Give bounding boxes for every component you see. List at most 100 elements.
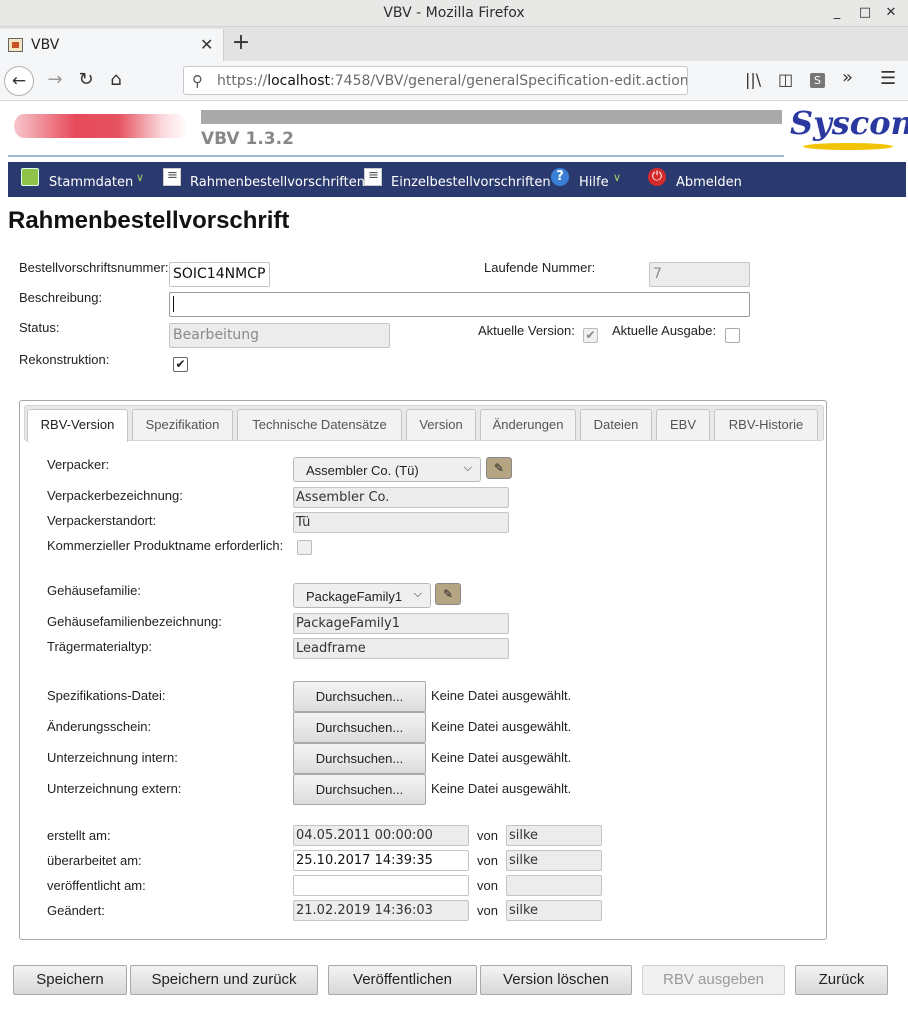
syscon-logo: Syscon: [790, 104, 908, 142]
gehaeusefamilie-label: Gehäusefamilie:: [47, 583, 141, 598]
menu-rahmen-label: Rahmenbestellvorschriften: [190, 175, 365, 190]
edit-verpacker-button[interactable]: ✎: [486, 457, 512, 479]
geaendert-label: Geändert:: [47, 903, 105, 918]
veroeffentlicht-am-input[interactable]: [293, 875, 469, 896]
url-bar[interactable]: ⚲ https://localhost:7458/VBV/general/gen…: [183, 66, 688, 95]
geaendert-von-input: silke: [506, 900, 602, 921]
sidebar-icon[interactable]: ◫: [778, 70, 793, 89]
app-logo: [14, 114, 188, 138]
beschreibung-label: Beschreibung:: [19, 290, 103, 305]
page-title: Rahmenbestellvorschrift: [8, 207, 290, 234]
tab-rbv-version[interactable]: RBV-Version: [27, 409, 128, 442]
document-icon: [163, 168, 181, 186]
speichern-zurueck-button[interactable]: Speichern und zurück: [130, 965, 318, 995]
chevron-down-icon: ⌵: [463, 462, 472, 474]
spezifikations-datei-label: Spezifikations-Datei:: [47, 688, 166, 703]
aktuelle-ausgabe-label: Aktuelle Ausgabe:: [612, 323, 717, 338]
verpackerbezeichnung-label: Verpackerbezeichnung:: [47, 488, 183, 503]
menu-stammdaten[interactable]: Stammdaten ∨: [20, 162, 145, 197]
chevron-down-icon: ∨: [136, 171, 145, 184]
tab-dateien[interactable]: Dateien: [580, 409, 652, 440]
verpacker-label: Verpacker:: [47, 457, 110, 472]
veroeffentlicht-von-input: [506, 875, 602, 896]
edit-gehaeusefamilie-button[interactable]: ✎: [435, 583, 461, 605]
tab-spezifikation[interactable]: Spezifikation: [132, 409, 233, 440]
menu-einzel[interactable]: Einzelbestellvorschriften: [363, 162, 551, 197]
kommerziell-label: Kommerzieller Produktname erforderlich:: [47, 538, 284, 553]
speichern-button[interactable]: Speichern: [13, 965, 127, 995]
close-window-button[interactable]: ✕: [882, 3, 900, 23]
tab-version[interactable]: Version: [406, 409, 476, 440]
extension-icon[interactable]: S: [810, 73, 825, 88]
app-version: VBV 1.3.2: [201, 129, 294, 149]
zurueck-button[interactable]: Zurück: [795, 965, 888, 995]
close-tab-icon[interactable]: ✕: [200, 35, 213, 54]
browser-navbar: ← → ↻ ⌂ ⚲ https://localhost:7458/VBV/gen…: [0, 61, 908, 101]
von-label: von: [477, 853, 498, 868]
aktuelle-ausgabe-checkbox[interactable]: [725, 328, 740, 343]
unterzeichnung-extern-label: Unterzeichnung extern:: [47, 781, 182, 796]
maximize-button[interactable]: □: [856, 3, 874, 23]
tab-ebv[interactable]: EBV: [656, 409, 710, 440]
veroeffentlicht-am-label: veröffentlicht am:: [47, 878, 146, 893]
browser-tab-label: VBV: [31, 37, 60, 53]
reload-button[interactable]: ↻: [71, 66, 101, 96]
app-header: VBV 1.3.2 Syscon: [8, 104, 908, 160]
menu-icon[interactable]: ☰: [880, 68, 896, 89]
power-icon: ⏻: [648, 168, 666, 186]
menu-abmelden[interactable]: ⏻ Abmelden: [648, 162, 748, 197]
menu-rahmen[interactable]: Rahmenbestellvorschriften: [162, 162, 365, 197]
spezifikations-datei-status: Keine Datei ausgewählt.: [431, 688, 572, 703]
new-tab-button[interactable]: +: [230, 29, 252, 59]
aenderungsschein-browse-button[interactable]: Durchsuchen...: [293, 712, 426, 743]
library-icon[interactable]: ||\: [745, 70, 761, 89]
text-caret: [173, 296, 174, 312]
erstellt-am-label: erstellt am:: [47, 828, 111, 843]
window-title: VBV - Mozilla Firefox: [383, 5, 525, 21]
menu-hilfe[interactable]: ? Hilfe ∨: [551, 162, 629, 197]
window-titlebar: VBV - Mozilla Firefox _ □ ✕: [0, 0, 908, 27]
status-input: Bearbeitung: [169, 323, 390, 348]
tab-bar: RBV-Version Spezifikation Technische Dat…: [24, 405, 824, 442]
beschreibung-input[interactable]: [169, 292, 750, 317]
von-label: von: [477, 878, 498, 893]
overflow-icon[interactable]: »: [842, 67, 853, 88]
minimize-button[interactable]: _: [828, 3, 846, 23]
browser-tab[interactable]: VBV ✕: [0, 29, 224, 61]
unterzeichnung-extern-browse-button[interactable]: Durchsuchen...: [293, 774, 426, 805]
unterzeichnung-intern-browse-button[interactable]: Durchsuchen...: [293, 743, 426, 774]
menu-hilfe-label: Hilfe: [579, 175, 609, 190]
tab-technische-datensaetze[interactable]: Technische Datensätze: [237, 409, 402, 440]
browser-tabstrip: VBV ✕ +: [0, 27, 908, 61]
ueberarbeitet-am-input[interactable]: 25.10.2017 14:39:35: [293, 850, 469, 871]
rekonstruktion-label: Rekonstruktion:: [19, 352, 110, 367]
tab-aenderungen[interactable]: Änderungen: [480, 409, 576, 440]
aktuelle-version-checkbox: ✔: [583, 328, 598, 343]
bestellnummer-label: Bestellvorschriftsnummer:: [19, 260, 169, 275]
list-icon: [21, 168, 39, 186]
verpackerbezeichnung-input: Assembler Co.: [293, 487, 509, 508]
gehaeusefamilie-select[interactable]: PackageFamily1 ⌵: [293, 583, 431, 608]
bestellnummer-input[interactable]: SOIC14NMCP: [169, 262, 270, 287]
home-button[interactable]: ⌂: [101, 66, 131, 96]
pencil-icon: ✎: [493, 461, 505, 475]
traegermaterialtyp-label: Trägermaterialtyp:: [47, 639, 152, 654]
kommerziell-checkbox: [297, 540, 312, 555]
main-menu: Stammdaten ∨ Rahmenbestellvorschriften E…: [8, 162, 906, 197]
forward-button[interactable]: →: [40, 66, 70, 96]
tab-rbv-historie[interactable]: RBV-Historie: [714, 409, 818, 440]
geaendert-input: 21.02.2019 14:36:03: [293, 900, 469, 921]
rekonstruktion-checkbox[interactable]: ✔: [173, 357, 188, 372]
laufende-nummer-label: Laufende Nummer:: [484, 260, 596, 275]
url-text: https://localhost:7458/VBV/general/gener…: [217, 73, 688, 89]
header-divider: [8, 155, 784, 157]
back-button[interactable]: ←: [4, 66, 34, 96]
veroeffentlichen-button[interactable]: Veröffentlichen: [328, 965, 477, 995]
unterzeichnung-intern-status: Keine Datei ausgewählt.: [431, 750, 572, 765]
traegermaterialtyp-input: Leadframe: [293, 638, 509, 659]
verpacker-select[interactable]: Assembler Co. (Tü) ⌵: [293, 457, 481, 482]
gehaeusefamilienbezeichnung-input: PackageFamily1: [293, 613, 509, 634]
spezifikations-datei-browse-button[interactable]: Durchsuchen...: [293, 681, 426, 712]
version-loeschen-button[interactable]: Version löschen: [480, 965, 632, 995]
von-label: von: [477, 828, 498, 843]
